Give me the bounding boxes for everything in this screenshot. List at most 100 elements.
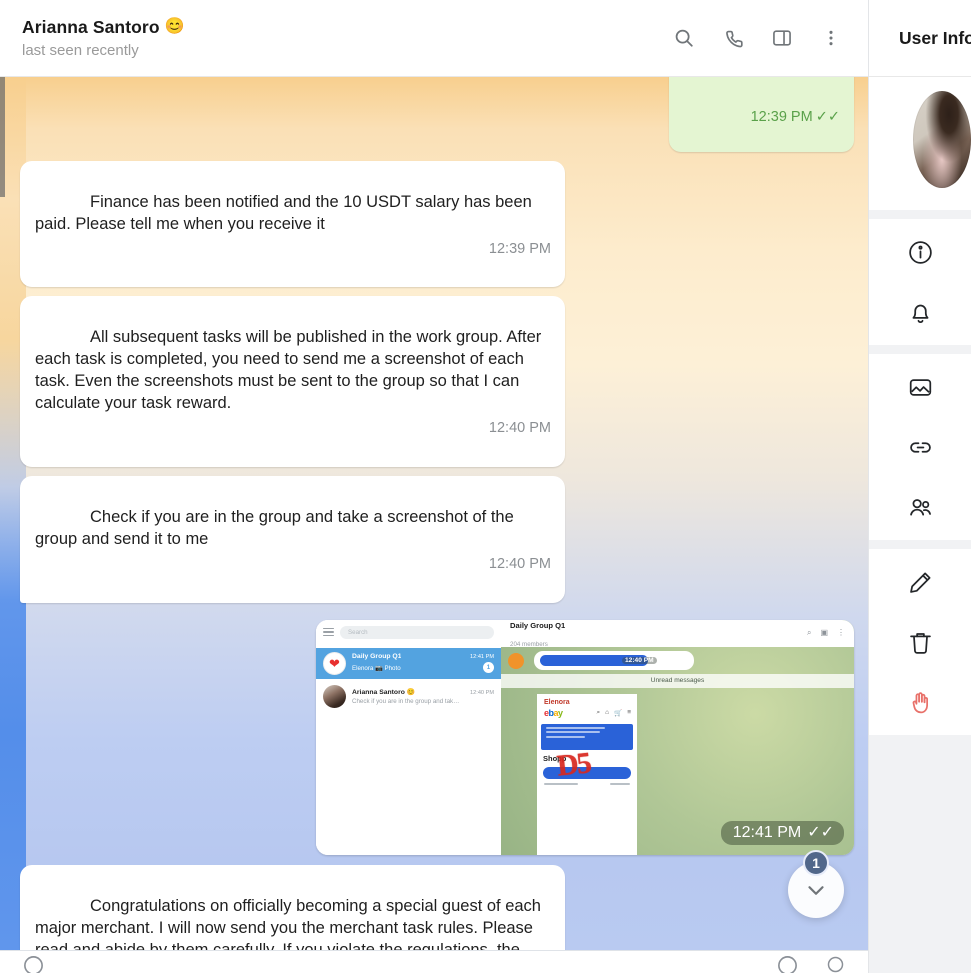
embedded-chat-item-contact[interactable]: Arianna Santoro 😊 12:40 PM Check if you … bbox=[316, 680, 501, 712]
message-meta: 12:39 PM ✓✓ bbox=[751, 108, 840, 127]
chat-item-title: Arianna Santoro 😊 bbox=[352, 688, 416, 696]
read-receipt-icon: ✓✓ bbox=[815, 109, 840, 126]
menu-icon: ≡ bbox=[627, 708, 631, 716]
message-row: Check if you are in the group and take a… bbox=[0, 476, 868, 603]
scroll-to-bottom-button[interactable]: 1 bbox=[788, 850, 844, 918]
chat-item-top: Arianna Santoro 😊 12:40 PM bbox=[352, 688, 494, 696]
message-scroll-container: 12:39 PM ✓✓ Finance has been notified an… bbox=[0, 77, 868, 950]
emoji-icon[interactable] bbox=[22, 954, 45, 973]
bell-icon[interactable] bbox=[903, 295, 937, 329]
message-time: 12:39 PM bbox=[488, 240, 551, 257]
divider bbox=[869, 210, 971, 219]
message-bubble-incoming[interactable]: All subsequent tasks will be published i… bbox=[20, 296, 565, 467]
message-time: 12:40 PM bbox=[488, 555, 551, 572]
peer-status: last seen recently bbox=[22, 41, 139, 59]
embedded-topbar: Search bbox=[316, 619, 501, 645]
embedded-header-icons: ⌕ ▣ ⋮ bbox=[807, 628, 845, 638]
divider bbox=[869, 345, 971, 354]
chat-item-meta: Arianna Santoro 😊 12:40 PM Check if you … bbox=[352, 688, 494, 705]
embedded-group-members: 204 members bbox=[510, 641, 548, 649]
unread-badge: 1 bbox=[483, 662, 494, 674]
message-bubble-incoming[interactable]: Congratulations on officially becoming a… bbox=[20, 864, 565, 950]
message-bubble-incoming[interactable]: Finance has been notified and the 10 USD… bbox=[20, 160, 565, 288]
peer-info[interactable]: Arianna Santoro 😊 last seen recently bbox=[22, 16, 669, 60]
embedded-chat-item-group[interactable]: Daily Group Q1 12:41 PM Elenora 📷 Photo … bbox=[316, 647, 501, 679]
embedded-unread-divider: Unread messages bbox=[501, 673, 854, 688]
message-bubble-outgoing[interactable]: 12:39 PM ✓✓ bbox=[668, 77, 854, 152]
photos-icon[interactable] bbox=[903, 370, 937, 404]
user-info-title: User Info bbox=[899, 27, 971, 48]
group-avatar bbox=[323, 651, 346, 675]
message-row: Search Daily Group Q1 12:41 PM bbox=[0, 612, 868, 865]
attach-icon[interactable] bbox=[776, 954, 799, 973]
embedded-brand-name: Elenora bbox=[544, 698, 570, 706]
members-icon[interactable] bbox=[903, 490, 937, 524]
embedded-group-header: Daily Group Q1 204 members ⌕ ▣ ⋮ bbox=[501, 619, 854, 648]
user-info-header: User Info bbox=[869, 0, 971, 77]
chat-item-preview: Check if you are in the group and take a… bbox=[352, 697, 462, 705]
embedded-conversation: Daily Group Q1 204 members ⌕ ▣ ⋮ 12:40 P… bbox=[501, 619, 854, 855]
more-menu-icon[interactable] bbox=[816, 23, 846, 53]
delete-icon[interactable] bbox=[903, 625, 937, 659]
block-icon[interactable] bbox=[903, 685, 937, 719]
message-row: Finance has been notified and the 10 USD… bbox=[0, 160, 868, 288]
embedded-sender-avatar bbox=[508, 652, 524, 669]
scrollbar-thumb[interactable] bbox=[0, 77, 5, 197]
screenshot-content: Search Daily Group Q1 12:41 PM bbox=[316, 619, 854, 855]
photo-message-meta: 12:41 PM ✓✓ bbox=[720, 820, 844, 845]
edit-icon[interactable] bbox=[903, 565, 937, 599]
message-bubble-incoming[interactable]: Check if you are in the group and take a… bbox=[20, 476, 565, 603]
account-icon: ⌂ bbox=[605, 708, 610, 716]
message-meta: 12:40 PM bbox=[489, 555, 551, 574]
sidebar-toggle-icon: ▣ bbox=[820, 628, 828, 638]
message-time: 12:41 PM bbox=[732, 823, 802, 841]
cart-icon: 🛒 bbox=[614, 709, 623, 717]
sidebar-toggle-icon[interactable] bbox=[767, 23, 797, 53]
embedded-message-bubble: 12:40 PM bbox=[534, 650, 694, 670]
menu-icon bbox=[323, 627, 334, 637]
user-avatar-container bbox=[869, 77, 971, 210]
chat-item-time: 12:41 PM bbox=[470, 654, 494, 661]
divider bbox=[869, 540, 971, 549]
embedded-message-time: 12:40 PM bbox=[622, 656, 657, 664]
avatar[interactable] bbox=[913, 91, 971, 188]
message-meta: 12:40 PM bbox=[489, 419, 551, 438]
search-icon: ⌕ bbox=[806, 628, 812, 638]
contact-avatar bbox=[323, 684, 346, 708]
chat-item-bottom: Check if you are in the group and take a… bbox=[352, 698, 494, 705]
microphone-icon[interactable] bbox=[825, 954, 846, 973]
composer-right-actions bbox=[776, 954, 846, 973]
ebay-logo: ebay bbox=[544, 707, 563, 718]
link-icon[interactable] bbox=[903, 430, 937, 464]
more-menu-icon: ⋮ bbox=[837, 628, 845, 638]
user-info-panel: User Info bbox=[868, 0, 971, 973]
user-info-section-media bbox=[869, 354, 971, 540]
search-icon: ⌕ bbox=[596, 708, 601, 716]
photo-message[interactable]: Search Daily Group Q1 12:41 PM bbox=[316, 619, 854, 855]
embedded-search-input[interactable]: Search bbox=[340, 625, 494, 639]
search-icon[interactable] bbox=[669, 23, 699, 53]
peer-name-row: Arianna Santoro 😊 bbox=[22, 16, 669, 39]
info-icon[interactable] bbox=[903, 235, 937, 269]
chat-item-top: Daily Group Q1 12:41 PM bbox=[352, 653, 494, 660]
message-time: 12:39 PM bbox=[750, 108, 813, 125]
chevron-down-icon bbox=[808, 886, 824, 895]
chat-header: Arianna Santoro 😊 last seen recently bbox=[0, 0, 868, 77]
message-text: Check if you are in the group and take a… bbox=[35, 507, 519, 548]
handwritten-annotation: D5 bbox=[555, 746, 592, 783]
phone-icon[interactable] bbox=[718, 23, 748, 53]
message-time: 12:40 PM bbox=[488, 420, 551, 437]
embedded-chat-list: Search Daily Group Q1 12:41 PM bbox=[316, 619, 501, 855]
chat-item-bottom: Elenora 📷 Photo 1 bbox=[352, 662, 494, 674]
embedded-group-text: Daily Group Q1 204 members bbox=[510, 620, 565, 652]
embedded-ebay-header: ebay ⌕ ⌂ 🛒 ≡ bbox=[537, 708, 637, 721]
embedded-group-title: Daily Group Q1 bbox=[510, 621, 566, 631]
header-actions bbox=[669, 23, 854, 53]
read-receipt-icon: ✓✓ bbox=[807, 823, 834, 841]
embedded-search-placeholder: Search bbox=[348, 628, 368, 636]
message-composer[interactable] bbox=[0, 950, 868, 973]
message-row: Congratulations on officially becoming a… bbox=[0, 864, 868, 950]
message-list[interactable]: 12:39 PM ✓✓ Finance has been notified an… bbox=[0, 77, 868, 950]
telegram-window: Arianna Santoro 😊 last seen recently 12:… bbox=[0, 0, 971, 973]
chat-item-meta: Daily Group Q1 12:41 PM Elenora 📷 Photo … bbox=[352, 653, 494, 674]
